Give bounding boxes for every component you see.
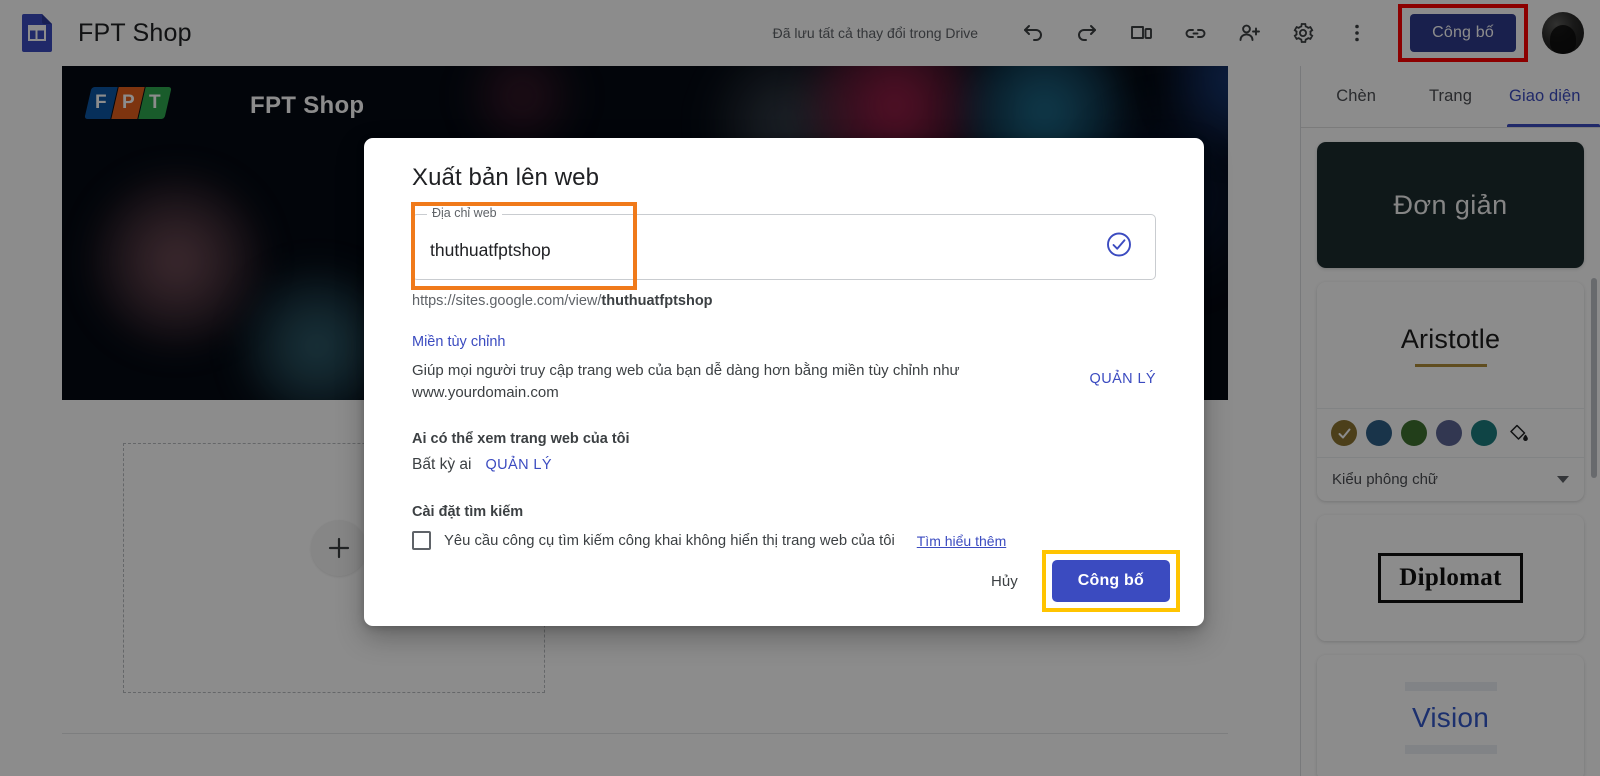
publish-button[interactable]: Công bố — [1410, 14, 1516, 52]
tab-themes[interactable]: Giao diện — [1498, 66, 1600, 127]
canvas-gutter-left — [0, 66, 62, 776]
web-address-input[interactable]: Địa chỉ web thuthuatfptshop — [412, 206, 1156, 280]
custom-domain-link[interactable]: Miền tùy chỉnh — [412, 334, 506, 350]
theme-name-simple: Đơn giản — [1393, 189, 1508, 220]
check-icon — [1338, 428, 1350, 438]
dialog-title: Xuất bản lên web — [412, 164, 600, 191]
visibility-value: Bất kỳ ai — [412, 456, 472, 474]
fpt-letter-t-text: T — [149, 92, 161, 113]
fpt-logo[interactable]: F P T — [84, 86, 172, 120]
search-visibility-row: Yêu cầu công cụ tìm kiếm công khai không… — [412, 531, 1156, 551]
sidebar-tabs: Chèn Trang Giao diện — [1301, 66, 1600, 128]
fpt-letter-f-text: F — [95, 92, 107, 113]
section-divider — [62, 733, 1228, 734]
more-vert-icon[interactable] — [1334, 10, 1380, 56]
theme-name-aristotle: Aristotle — [1400, 323, 1501, 354]
search-settings-section: Cài đặt tìm kiếm Yêu cầu công cụ tìm kiế… — [412, 504, 1156, 551]
banner-title[interactable]: FPT Shop — [250, 92, 364, 120]
sidebar-scrollbar[interactable] — [1591, 278, 1597, 478]
theme-name-vision: Vision — [1412, 702, 1489, 733]
search-settings-heading: Cài đặt tìm kiếm — [412, 504, 524, 521]
add-person-icon[interactable] — [1226, 10, 1272, 56]
web-address-field-wrap: Địa chỉ web thuthuatfptshop — [411, 202, 1156, 290]
swatch-green[interactable] — [1401, 420, 1427, 446]
cancel-button[interactable]: Hủy — [973, 563, 1036, 600]
hide-from-search-label: Yêu cầu công cụ tìm kiếm công khai không… — [444, 532, 895, 549]
custom-domain-manage-link[interactable]: QUẢN LÝ — [1090, 333, 1156, 387]
paint-bucket-icon[interactable] — [1506, 420, 1532, 446]
theme-accent-rule — [1414, 363, 1487, 367]
save-status: Đã lưu tất cả thay đổi trong Drive — [772, 25, 979, 41]
confirm-button-highlight: Công bố — [1041, 550, 1180, 612]
theme-card-diplomat[interactable]: Diplomat — [1317, 515, 1584, 641]
publish-button-highlight: Công bố — [1398, 4, 1528, 62]
swatch-slate-purple[interactable] — [1436, 420, 1462, 446]
avatar[interactable] — [1542, 12, 1584, 54]
site-url-preview: https://sites.google.com/view/thuthuatfp… — [412, 293, 1156, 309]
undo-icon[interactable] — [1010, 10, 1056, 56]
theme-preview-simple: Đơn giản — [1317, 142, 1584, 268]
app-root: FPT Shop Đã lưu tất cả thay đổi trong Dr… — [0, 0, 1600, 776]
redo-icon[interactable] — [1064, 10, 1110, 56]
swatch-blue[interactable] — [1366, 420, 1392, 446]
theme-list: Đơn giản Aristotle Kiểu phông chữ Diplom… — [1301, 128, 1600, 776]
gear-icon[interactable] — [1280, 10, 1326, 56]
theme-card-vision[interactable]: Vision — [1317, 655, 1584, 776]
preview-icon[interactable] — [1118, 10, 1164, 56]
theme-sidebar: Chèn Trang Giao diện Đơn giản Aristotle — [1300, 66, 1600, 776]
page-title: FPT Shop — [78, 18, 192, 47]
publish-dialog: Xuất bản lên web Địa chỉ web thuthuatfpt… — [364, 138, 1204, 626]
theme-name-diplomat: Diplomat — [1378, 553, 1523, 603]
theme-card-simple[interactable]: Đơn giản — [1317, 142, 1584, 268]
check-circle-icon — [1105, 231, 1133, 264]
web-address-value[interactable]: thuthuatfptshop — [413, 240, 551, 261]
theme-preview-vision: Vision — [1317, 655, 1584, 776]
tab-pages[interactable]: Trang — [1403, 66, 1497, 127]
site-url-slug: thuthuatfptshop — [601, 293, 713, 309]
dialog-actions: Hủy Công bố — [973, 550, 1180, 612]
visibility-section: Ai có thể xem trang web của tôi Bất kỳ a… — [412, 431, 1156, 474]
custom-domain-description: Giúp mọi người truy cập trang web của bạ… — [412, 362, 960, 402]
color-swatch-row — [1317, 408, 1584, 457]
link-icon[interactable] — [1172, 10, 1218, 56]
font-style-selector[interactable]: Kiểu phông chữ — [1317, 457, 1584, 501]
google-sites-icon[interactable] — [18, 12, 56, 54]
chevron-down-icon — [1557, 476, 1569, 483]
tab-insert[interactable]: Chèn — [1309, 66, 1403, 127]
theme-card-aristotle[interactable]: Aristotle Kiểu phông chữ — [1317, 282, 1584, 501]
swatch-teal[interactable] — [1471, 420, 1497, 446]
fpt-letter-p-text: P — [121, 92, 135, 113]
hide-from-search-checkbox[interactable] — [412, 531, 431, 551]
font-style-label: Kiểu phông chữ — [1332, 471, 1438, 488]
bokeh-pink-left — [92, 176, 262, 346]
visibility-manage-link[interactable]: QUẢN LÝ — [485, 457, 551, 473]
custom-domain-section: Miền tùy chỉnh Giúp mọi người truy cập t… — [412, 333, 1156, 404]
top-toolbar: FPT Shop Đã lưu tất cả thay đổi trong Dr… — [0, 0, 1600, 66]
google-sites-glyph — [22, 14, 52, 52]
custom-domain-left: Miền tùy chỉnh Giúp mọi người truy cập t… — [412, 333, 1090, 404]
theme-preview-diplomat: Diplomat — [1317, 515, 1584, 641]
plus-icon[interactable] — [311, 520, 367, 576]
confirm-publish-button[interactable]: Công bố — [1051, 560, 1170, 602]
swatch-gold-selected[interactable] — [1331, 420, 1357, 446]
visibility-heading: Ai có thể xem trang web của tôi — [412, 431, 630, 448]
web-address-label: Địa chỉ web — [427, 206, 502, 220]
learn-more-link[interactable]: Tìm hiểu thêm — [917, 533, 1006, 549]
visibility-row: Bất kỳ ai QUẢN LÝ — [412, 456, 1156, 474]
theme-vision-bar-top — [1404, 682, 1497, 691]
site-url-prefix: https://sites.google.com/view/ — [412, 293, 602, 309]
theme-preview-aristotle: Aristotle — [1317, 282, 1584, 408]
theme-vision-bar-bottom — [1404, 745, 1497, 754]
